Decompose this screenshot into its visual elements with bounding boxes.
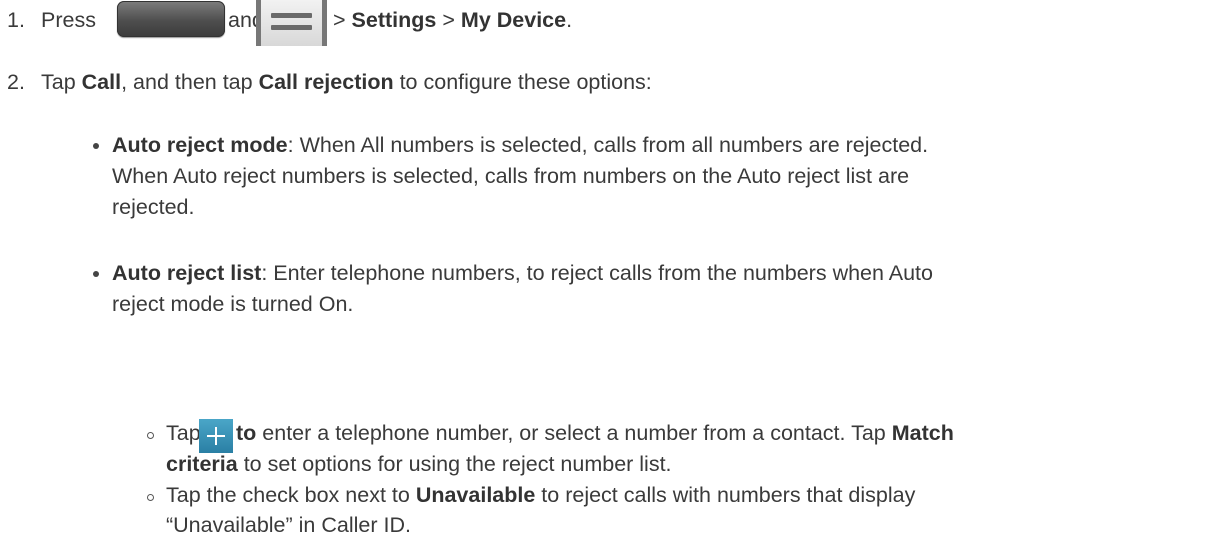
step-1-text: > Settings > My Device. bbox=[333, 8, 573, 32]
call-rejection-label: Call rejection bbox=[258, 70, 394, 94]
call-label: Call bbox=[81, 70, 122, 94]
step-2-text: Tap Call, and then tap Call rejection to… bbox=[41, 70, 652, 94]
option-auto-reject-mode-line2: When Auto reject numbers is selected, ca… bbox=[112, 164, 910, 188]
option-auto-reject-list-line2: reject mode is turned On. bbox=[112, 292, 354, 316]
sub-tap: Tap bbox=[166, 421, 201, 445]
step-1-number: 1. bbox=[7, 8, 25, 32]
sub-2-line1: Tap the check box next to Unavailable to… bbox=[166, 483, 916, 507]
auto-reject-mode-title: Auto reject mode bbox=[112, 133, 288, 157]
sub-bullet bbox=[147, 432, 154, 439]
settings-label: Settings bbox=[351, 8, 437, 32]
sub-bullet bbox=[147, 494, 154, 501]
bullet bbox=[93, 271, 99, 277]
sub-1-line2: criteria to set options for using the re… bbox=[166, 452, 672, 476]
my-device-label: My Device bbox=[460, 8, 567, 32]
sub-1-line1: to enter a telephone number, or select a… bbox=[236, 421, 954, 445]
match-criteria-label: Match bbox=[891, 421, 954, 445]
option-auto-reject-list-line1: Auto reject list: Enter telephone number… bbox=[112, 261, 933, 285]
step-1-press: Press bbox=[41, 8, 96, 32]
unavailable-label: Unavailable bbox=[415, 483, 536, 507]
option-auto-reject-mode-line3: rejected. bbox=[112, 195, 195, 219]
menu-key-icon bbox=[256, 0, 327, 46]
option-auto-reject-mode-line1: Auto reject mode: When All numbers is se… bbox=[112, 133, 929, 157]
sub-2-line2: “Unavailable” in Caller ID. bbox=[166, 513, 411, 537]
plus-icon bbox=[199, 419, 233, 453]
bullet bbox=[93, 143, 99, 149]
auto-reject-list-title: Auto reject list bbox=[112, 261, 262, 285]
home-key-icon bbox=[117, 1, 225, 37]
step-2-number: 2. bbox=[7, 70, 25, 94]
